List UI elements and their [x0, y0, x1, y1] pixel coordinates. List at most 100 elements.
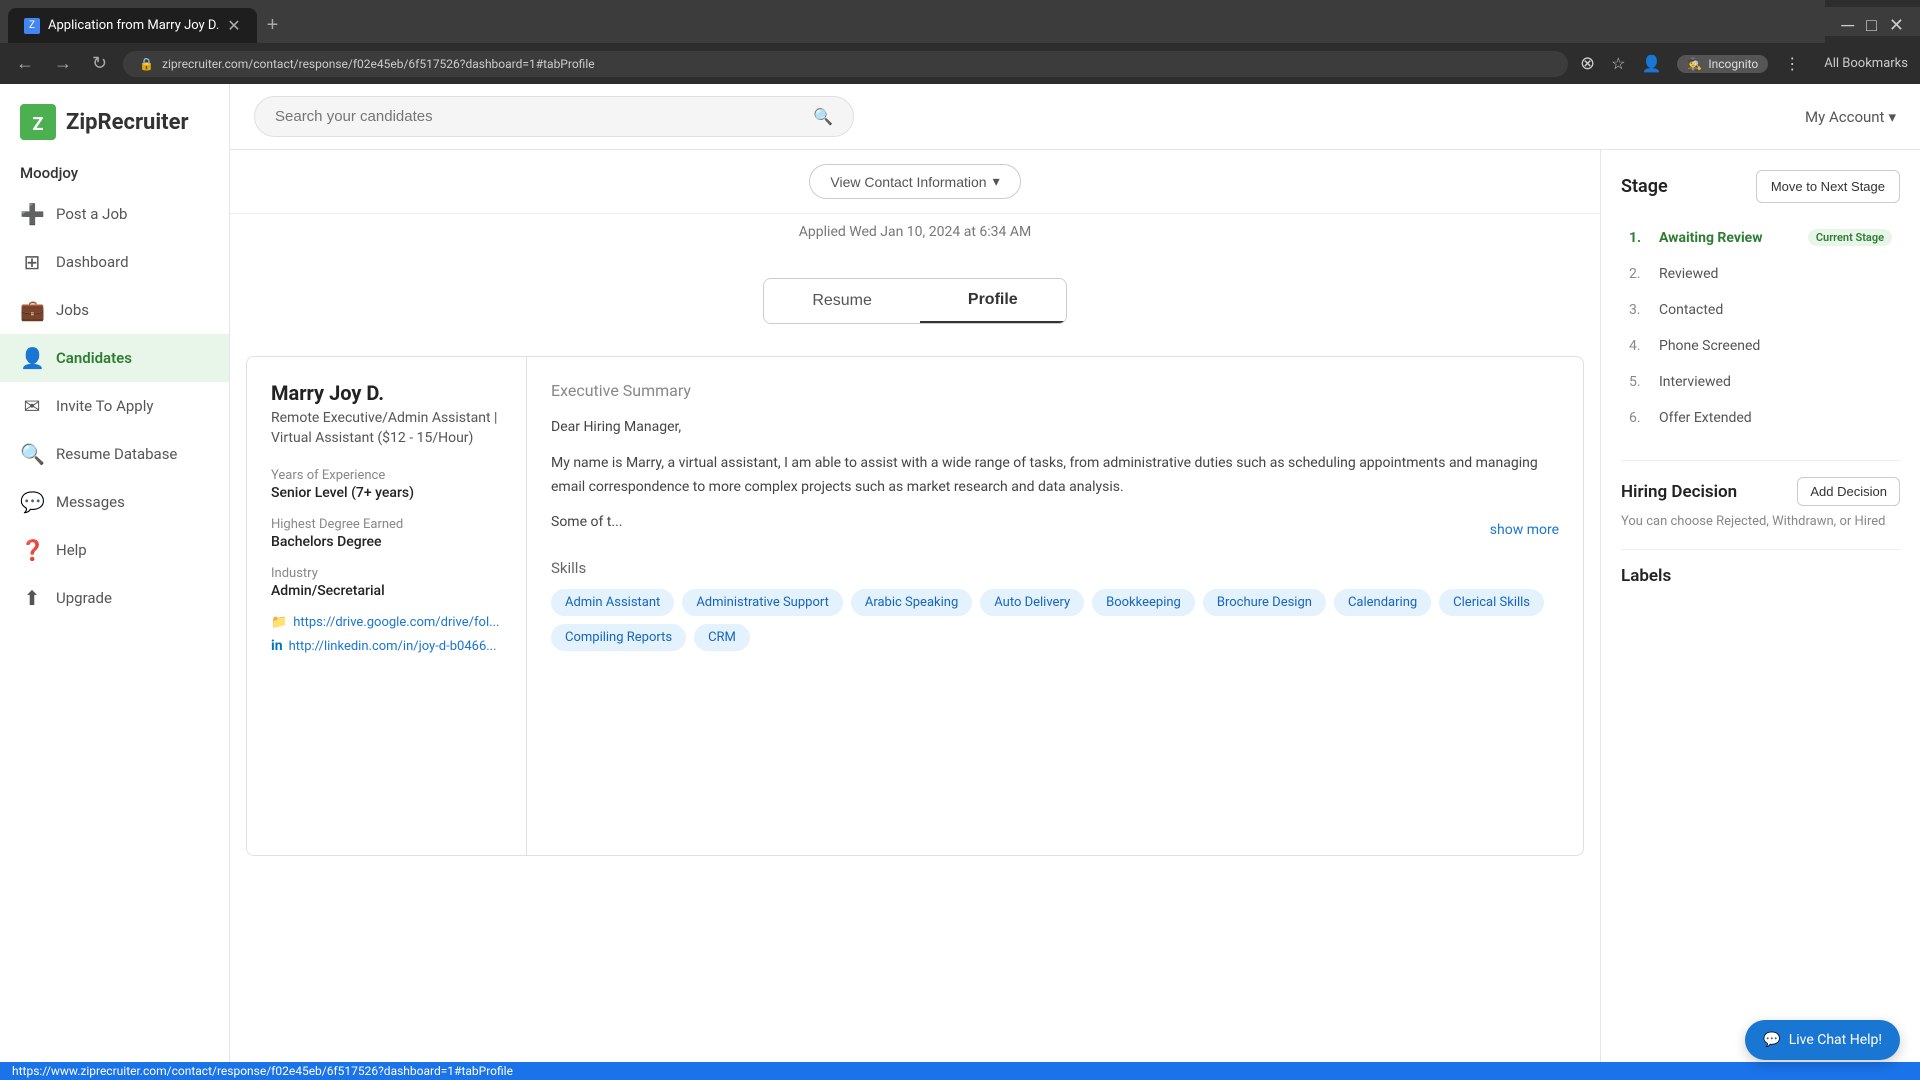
profile-left: Marry Joy D. Remote Executive/Admin Assi… — [247, 357, 527, 855]
status-bar: https://www.ziprecruiter.com/contact/res… — [0, 1062, 1920, 1080]
maximize-button[interactable]: □ — [1866, 15, 1877, 36]
stage-number: 2. — [1629, 266, 1649, 282]
degree-value: Bachelors Degree — [271, 534, 502, 550]
sidebar-item-label: Post a Job — [56, 205, 127, 223]
stage-label: Awaiting Review — [1659, 230, 1763, 246]
skill-tag: Admin Assistant — [551, 589, 674, 616]
stage-label: Interviewed — [1659, 374, 1731, 390]
linkedin-link[interactable]: in http://linkedin.com/in/joy-d-b0466... — [271, 638, 502, 654]
experience-section: Years of Experience Senior Level (7+ yea… — [271, 468, 502, 501]
minimize-button[interactable]: ─ — [1841, 15, 1854, 36]
sidebar-item-jobs[interactable]: 💼 Jobs — [0, 286, 229, 334]
url-text: ziprecruiter.com/contact/response/f02e45… — [162, 57, 595, 71]
my-account-button[interactable]: My Account ▾ — [1805, 108, 1896, 126]
sidebar-item-label: Invite To Apply — [56, 397, 153, 415]
drive-link[interactable]: 📁 https://drive.google.com/drive/fol... — [271, 615, 502, 630]
skill-tag: Bookkeeping — [1092, 589, 1195, 616]
address-bar[interactable]: 🔒 ziprecruiter.com/contact/response/f02e… — [123, 51, 1568, 77]
sidebar-item-candidates[interactable]: 👤 Candidates — [0, 334, 229, 382]
close-button[interactable]: ✕ — [1889, 15, 1904, 36]
add-decision-button[interactable]: Add Decision — [1797, 477, 1900, 506]
sidebar: Z ZipRecruiter Moodjoy ➕ Post a Job ⊞ Da… — [0, 84, 230, 1062]
sidebar-item-dashboard[interactable]: ⊞ Dashboard — [0, 238, 229, 286]
stage-list-item[interactable]: 5. Interviewed — [1621, 364, 1900, 400]
sidebar-item-label: Upgrade — [56, 589, 112, 607]
sidebar-item-label: Dashboard — [56, 253, 129, 271]
move-to-next-stage-button[interactable]: Move to Next Stage — [1756, 170, 1900, 203]
sidebar-item-post-job[interactable]: ➕ Post a Job — [0, 190, 229, 238]
new-tab-button[interactable]: + — [259, 10, 287, 41]
help-icon: ❓ — [20, 538, 44, 562]
sidebar-item-messages[interactable]: 💬 Messages — [0, 478, 229, 526]
post-job-icon: ➕ — [20, 202, 44, 226]
forward-button[interactable]: → — [50, 49, 76, 78]
skill-tag: CRM — [694, 624, 750, 651]
stage-label: Phone Screened — [1659, 338, 1760, 354]
skills-tags: Admin AssistantAdministrative SupportAra… — [551, 589, 1559, 651]
show-more-link[interactable]: show more — [1490, 519, 1559, 543]
profile-tabs: Resume Profile — [763, 278, 1066, 324]
search-input[interactable] — [275, 108, 805, 125]
tab-profile[interactable]: Profile — [920, 279, 1066, 323]
stage-number: 4. — [1629, 338, 1649, 354]
view-contact-button[interactable]: View Contact Information ▾ — [809, 164, 1020, 199]
sidebar-item-resume-database[interactable]: 🔍 Resume Database — [0, 430, 229, 478]
stage-list-item[interactable]: 2. Reviewed — [1621, 256, 1900, 292]
svg-text:Z: Z — [33, 114, 44, 135]
stage-list-item[interactable]: 3. Contacted — [1621, 292, 1900, 328]
bookmark-icon[interactable]: ☆ — [1611, 54, 1625, 73]
skill-tag: Clerical Skills — [1439, 589, 1544, 616]
stage-list-item[interactable]: 6. Offer Extended — [1621, 400, 1900, 436]
tab-title: Application from Marry Joy D. — [48, 18, 219, 33]
view-contact-bar: View Contact Information ▾ — [230, 150, 1600, 214]
sidebar-item-label: Resume Database — [56, 445, 177, 463]
sidebar-item-label: Candidates — [56, 349, 132, 367]
logo-text: ZipRecruiter — [66, 110, 189, 135]
drive-icon: 📁 — [271, 615, 287, 630]
profile-icon[interactable]: 👤 — [1641, 54, 1661, 73]
search-bar[interactable]: 🔍 — [254, 96, 854, 137]
profile-right: Executive Summary Dear Hiring Manager, M… — [527, 357, 1583, 855]
experience-label: Years of Experience — [271, 468, 502, 483]
stage-title: Stage — [1621, 176, 1668, 197]
sidebar-item-invite-to-apply[interactable]: ✉ Invite To Apply — [0, 382, 229, 430]
back-button[interactable]: ← — [12, 49, 38, 78]
experience-value: Senior Level (7+ years) — [271, 485, 502, 501]
stage-label: Reviewed — [1659, 266, 1718, 282]
stage-list-item[interactable]: 1. Awaiting Review Current Stage — [1621, 219, 1900, 256]
reload-button[interactable]: ↻ — [88, 49, 111, 78]
jobs-icon: 💼 — [20, 298, 44, 322]
sidebar-item-label: Messages — [56, 493, 125, 511]
live-chat-button[interactable]: 💬 Live Chat Help! — [1745, 1020, 1900, 1060]
hiring-header: Hiring Decision Add Decision — [1621, 477, 1900, 506]
menu-icon[interactable]: ⋮ — [1784, 54, 1800, 73]
resume-db-icon: 🔍 — [20, 442, 44, 466]
upgrade-icon: ⬆ — [20, 586, 44, 610]
company-name: Moodjoy — [0, 164, 229, 190]
browser-tab[interactable]: Z Application from Marry Joy D. ✕ — [8, 8, 257, 43]
cast-icon[interactable]: ⊗ — [1580, 53, 1595, 74]
sidebar-item-upgrade[interactable]: ⬆ Upgrade — [0, 574, 229, 622]
stage-number: 6. — [1629, 410, 1649, 426]
bookmarks-label: All Bookmarks — [1824, 56, 1908, 71]
exec-summary-greeting: Dear Hiring Manager, My name is Marry, a… — [551, 416, 1559, 535]
labels-title: Labels — [1621, 566, 1900, 586]
incognito-badge: 🕵 Incognito — [1677, 55, 1768, 73]
stage-list-item[interactable]: 4. Phone Screened — [1621, 328, 1900, 364]
tab-close-button[interactable]: ✕ — [227, 16, 240, 35]
sidebar-item-label: Help — [56, 541, 87, 559]
logo: Z ZipRecruiter — [0, 104, 229, 164]
sidebar-item-help[interactable]: ❓ Help — [0, 526, 229, 574]
tab-resume[interactable]: Resume — [764, 279, 920, 323]
header: 🔍 My Account ▾ — [230, 84, 1920, 150]
divider — [1621, 460, 1900, 461]
skill-tag: Arabic Speaking — [851, 589, 972, 616]
applied-info: Applied Wed Jan 10, 2024 at 6:34 AM — [230, 214, 1600, 250]
chevron-down-icon: ▾ — [1888, 108, 1896, 126]
skills-section: Skills Admin AssistantAdministrative Sup… — [551, 559, 1559, 651]
stage-header: Stage Move to Next Stage — [1621, 170, 1900, 203]
messages-icon: 💬 — [20, 490, 44, 514]
skill-tag: Calendaring — [1334, 589, 1431, 616]
degree-label: Highest Degree Earned — [271, 517, 502, 532]
dashboard-icon: ⊞ — [20, 250, 44, 274]
